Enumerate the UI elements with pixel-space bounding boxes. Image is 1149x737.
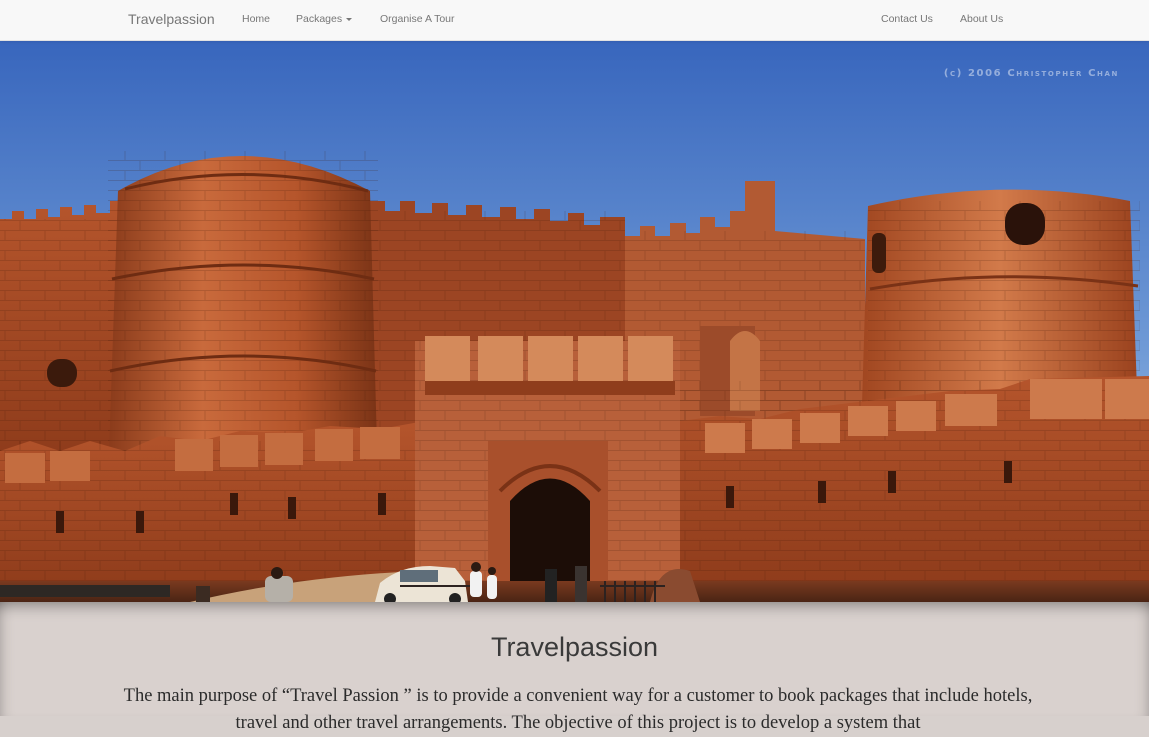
navbar: Travelpassion Home Packages Organise A T… [0, 0, 1149, 41]
intro-paragraph: The main purpose of “Travel Passion ” is… [123, 686, 1033, 733]
hero-banner: (c) 2006 Christopher Chan [0, 41, 1149, 602]
page-title: Travelpassion [490, 632, 659, 662]
nav-organise-tour[interactable]: Organise A Tour [380, 13, 455, 25]
intro-section: Travelpassion The main purpose of “Trave… [0, 602, 1149, 733]
brand-link[interactable]: Travelpassion [128, 11, 215, 27]
nav-packages-label: Packages [296, 13, 343, 25]
caret-down-icon [346, 17, 353, 21]
nav-about-us[interactable]: About Us [960, 13, 1003, 25]
nav-contact-us[interactable]: Contact Us [881, 13, 933, 25]
nav-home[interactable]: Home [242, 13, 270, 25]
fort-photo [0, 41, 1149, 602]
nav-packages-dropdown[interactable]: Packages [296, 13, 353, 25]
photo-watermark: (c) 2006 Christopher Chan [943, 68, 1119, 79]
